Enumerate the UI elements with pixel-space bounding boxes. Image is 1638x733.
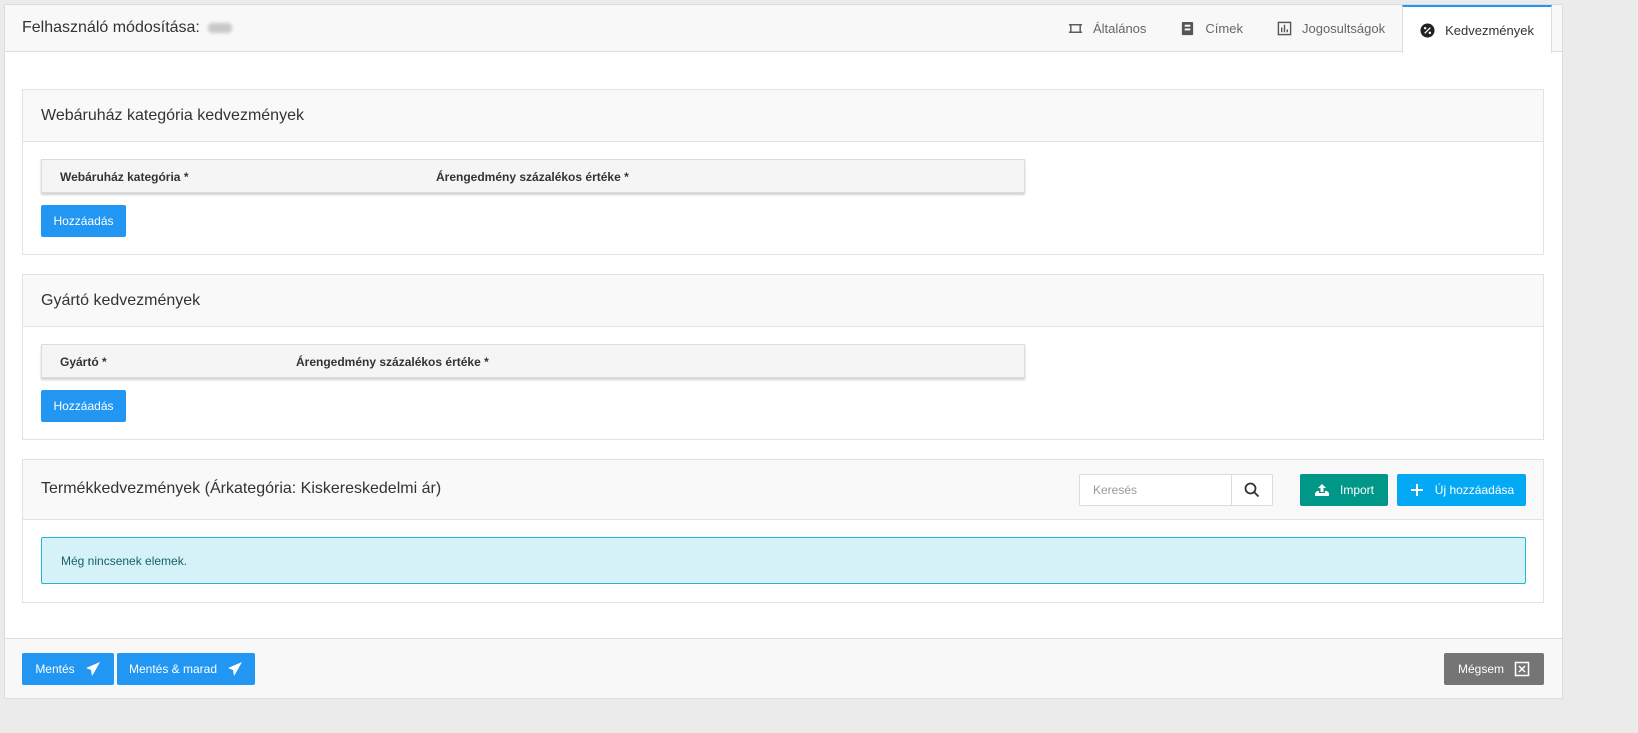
page-title-text: Felhasználó módosítása: [22, 19, 200, 36]
upload-tray-icon [1314, 484, 1329, 496]
import-button[interactable]: Import [1300, 474, 1388, 506]
column-header-discount: Árengedmény százalékos értéke * [436, 170, 629, 184]
card-title: Gyártó kedvezmények [41, 292, 201, 309]
tab-discounts-label: Kedvezmények [1445, 22, 1534, 38]
add-new-button[interactable]: Új hozzáadása [1397, 474, 1526, 506]
webshop-category-discounts-card: Webáruház kategória kedvezmények Webáruh… [22, 89, 1544, 255]
save-label: Mentés [35, 662, 75, 676]
save-and-stay-button[interactable]: Mentés & marad [117, 653, 255, 685]
table-header: Webáruház kategória * Árengedmény százal… [41, 159, 1025, 193]
tab-bar: Általános Címek Jogosultságok Kedvezmény… [1051, 5, 1552, 53]
import-label: Import [1339, 483, 1374, 497]
search-input[interactable] [1080, 475, 1231, 505]
plus-icon [1410, 484, 1423, 496]
tab-permissions[interactable]: Jogosultságok [1260, 5, 1402, 52]
save-button[interactable]: Mentés [22, 653, 114, 685]
save-and-stay-label: Mentés & marad [128, 662, 218, 676]
card-title: Webáruház kategória kedvezmények [41, 107, 304, 124]
card-header: Gyártó kedvezmények [23, 275, 1543, 327]
product-discounts-card: Termékkedvezmények (Árkategória: Kiskere… [22, 459, 1544, 603]
tab-addresses-label: Címek [1205, 21, 1243, 36]
card-header: Webáruház kategória kedvezmények [23, 90, 1543, 142]
paper-plane-icon [228, 662, 243, 676]
column-header-category: Webáruház kategória * [60, 170, 189, 184]
chart-icon [1277, 21, 1292, 36]
redacted-username [208, 22, 233, 33]
add-manufacturer-discount-button[interactable]: Hozzáadás [41, 390, 126, 422]
paper-plane-icon [85, 662, 100, 676]
cancel-label: Mégsem [1457, 662, 1504, 676]
add-new-label: Új hozzáadása [1434, 483, 1515, 497]
edit-user-window: Felhasználó módosítása: Általános Címek [4, 4, 1563, 699]
tab-addresses[interactable]: Címek [1163, 5, 1260, 52]
tab-general-label: Általános [1092, 21, 1147, 36]
search-icon [1244, 482, 1260, 498]
empty-state-alert: Még nincsenek elemek. [41, 537, 1526, 584]
column-header-discount: Árengedmény százalékos értéke * [296, 355, 489, 369]
card-title: Termékkedvezmények (Árkategória: Kiskere… [41, 480, 442, 497]
close-box-icon [1514, 661, 1530, 677]
search-button[interactable] [1231, 475, 1272, 505]
page-header: Felhasználó módosítása: Általános Címek [5, 5, 1562, 53]
tab-permissions-label: Jogosultságok [1301, 21, 1386, 36]
column-header-manufacturer: Gyártó * [60, 355, 107, 369]
page-title: Felhasználó módosítása: [22, 19, 233, 37]
card-header: Termékkedvezmények (Árkategória: Kiskere… [23, 460, 1543, 520]
add-category-discount-button[interactable]: Hozzáadás [41, 205, 126, 237]
tab-general[interactable]: Általános [1051, 5, 1163, 52]
form-footer: Mentés Mentés & marad Mégsem [5, 638, 1562, 698]
table-header: Gyártó * Árengedmény százalékos értéke * [41, 344, 1025, 378]
search-box [1079, 474, 1273, 506]
manufacturer-discounts-card: Gyártó kedvezmények Gyártó * Árengedmény… [22, 274, 1544, 440]
percent-icon [1420, 22, 1435, 38]
frame-icon [1068, 24, 1082, 33]
address-book-icon [1182, 21, 1194, 36]
tab-discounts[interactable]: Kedvezmények [1402, 5, 1552, 53]
cancel-button[interactable]: Mégsem [1444, 653, 1544, 685]
